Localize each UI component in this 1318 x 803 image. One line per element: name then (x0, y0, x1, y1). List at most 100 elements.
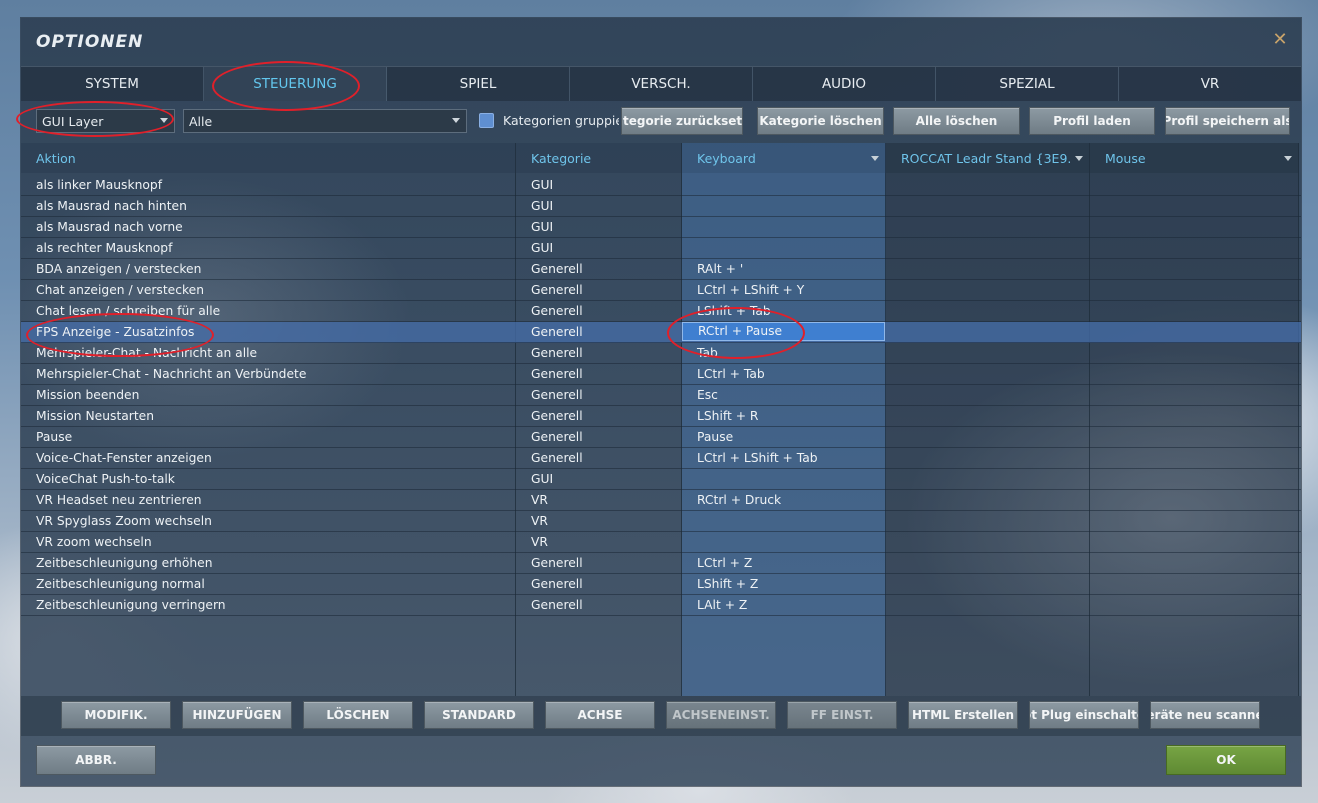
keyboard-binding-cell[interactable]: LCtrl + LShift + Tab (682, 448, 885, 468)
keyboard-binding-cell[interactable]: RCtrl + Pause (682, 322, 885, 341)
table-row[interactable]: Pause Generell Pause (21, 427, 1301, 448)
table-row[interactable]: Zeitbeschleunigung normal Generell LShift … (21, 574, 1301, 595)
bottom-button-2[interactable]: LÖSCHEN (303, 701, 413, 729)
bottom-button-1[interactable]: HINZUFÜGEN (182, 701, 292, 729)
tab-steuerung[interactable]: STEUERUNG (204, 67, 387, 101)
table-row[interactable]: als Mausrad nach vorne GUI (21, 217, 1301, 238)
keyboard-binding-cell[interactable]: LCtrl + Z (682, 553, 885, 573)
device-binding-cell[interactable] (886, 427, 1090, 447)
bottom-button-4[interactable]: ACHSE (545, 701, 655, 729)
reset-category-button[interactable]: ategorie zurücksetz (621, 107, 743, 135)
keyboard-binding-cell[interactable]: Esc (682, 385, 885, 405)
table-row[interactable]: Voice-Chat-Fenster anzeigen Generell LCtrl… (21, 448, 1301, 469)
mouse-binding-cell[interactable] (1090, 175, 1299, 195)
bottom-button-0[interactable]: MODIFIK. (61, 701, 171, 729)
mouse-binding-cell[interactable] (1090, 406, 1299, 426)
keyboard-binding-cell[interactable]: Pause (682, 427, 885, 447)
keyboard-binding-cell[interactable]: LCtrl + LShift + Y (682, 280, 885, 300)
table-row[interactable]: Chat anzeigen / verstecken Generell LCtrl … (21, 280, 1301, 301)
group-categories-checkbox[interactable] (479, 113, 494, 128)
device-column-header[interactable]: ROCCAT Leadr Stand {3E9... (886, 143, 1090, 173)
device-binding-cell[interactable] (886, 469, 1090, 489)
mouse-binding-cell[interactable] (1090, 595, 1299, 615)
mouse-binding-cell[interactable] (1090, 469, 1299, 489)
filter-select[interactable]: Alle (183, 109, 467, 133)
action-column-header[interactable]: Aktion (21, 143, 516, 173)
clear-category-button[interactable]: Kategorie löschen (757, 107, 884, 135)
keyboard-binding-cell[interactable]: LShift + Z (682, 574, 885, 594)
category-column-header[interactable]: Kategorie (516, 143, 682, 173)
keyboard-binding-cell[interactable]: RAlt + ' (682, 259, 885, 279)
device-binding-cell[interactable] (886, 553, 1090, 573)
table-row[interactable]: VR zoom wechseln VR (21, 532, 1301, 553)
table-row[interactable]: FPS Anzeige - Zusatzinfos Generell RCtrl +… (21, 322, 1301, 343)
keyboard-binding-cell[interactable] (682, 511, 885, 531)
table-row[interactable]: als rechter Mausknopf GUI (21, 238, 1301, 259)
mouse-binding-cell[interactable] (1090, 217, 1299, 237)
mouse-binding-cell[interactable] (1090, 322, 1299, 342)
keyboard-binding-cell[interactable]: RCtrl + Druck (682, 490, 885, 510)
mouse-binding-cell[interactable] (1090, 259, 1299, 279)
device-binding-cell[interactable] (886, 238, 1090, 258)
table-row[interactable]: Mission beenden Generell Esc (21, 385, 1301, 406)
keyboard-binding-cell[interactable]: LShift + R (682, 406, 885, 426)
device-binding-cell[interactable] (886, 280, 1090, 300)
keyboard-binding-cell[interactable] (682, 469, 885, 489)
mouse-binding-cell[interactable] (1090, 574, 1299, 594)
clear-all-button[interactable]: Alle löschen (893, 107, 1020, 135)
table-row[interactable]: VR Spyglass Zoom wechseln VR (21, 511, 1301, 532)
keyboard-binding-cell[interactable] (682, 532, 885, 552)
device-binding-cell[interactable] (886, 301, 1090, 321)
device-binding-cell[interactable] (886, 322, 1090, 342)
mouse-binding-cell[interactable] (1090, 343, 1299, 363)
device-binding-cell[interactable] (886, 364, 1090, 384)
keyboard-binding-cell[interactable]: LAlt + Z (682, 595, 885, 615)
table-row[interactable]: als linker Mausknopf GUI (21, 175, 1301, 196)
layer-select[interactable]: GUI Layer (36, 109, 175, 133)
keyboard-binding-cell[interactable] (682, 196, 885, 216)
device-binding-cell[interactable] (886, 196, 1090, 216)
mouse-binding-cell[interactable] (1090, 448, 1299, 468)
bottom-button-3[interactable]: STANDARD (424, 701, 534, 729)
keyboard-binding-cell[interactable] (682, 238, 885, 258)
device-binding-cell[interactable] (886, 259, 1090, 279)
device-binding-cell[interactable] (886, 448, 1090, 468)
mouse-binding-cell[interactable] (1090, 385, 1299, 405)
mouse-binding-cell[interactable] (1090, 490, 1299, 510)
mouse-binding-cell[interactable] (1090, 280, 1299, 300)
device-binding-cell[interactable] (886, 490, 1090, 510)
bottom-button-8[interactable]: ot Plug einschalte (1029, 701, 1139, 729)
keyboard-binding-cell[interactable]: LCtrl + Tab (682, 364, 885, 384)
tab-versch[interactable]: VERSCH. (570, 67, 753, 101)
mouse-binding-cell[interactable] (1090, 238, 1299, 258)
bottom-button-7[interactable]: HTML Erstellen (908, 701, 1018, 729)
tab-system[interactable]: SYSTEM (21, 67, 204, 101)
keyboard-column-header[interactable]: Keyboard (682, 143, 886, 173)
tab-spiel[interactable]: SPIEL (387, 67, 570, 101)
tab-vr[interactable]: VR (1119, 67, 1301, 101)
mouse-binding-cell[interactable] (1090, 553, 1299, 573)
table-row[interactable]: Mission Neustarten Generell LShift + R (21, 406, 1301, 427)
mouse-binding-cell[interactable] (1090, 532, 1299, 552)
table-row[interactable]: als Mausrad nach hinten GUI (21, 196, 1301, 217)
device-binding-cell[interactable] (886, 574, 1090, 594)
keyboard-binding-cell[interactable]: LShift + Tab (682, 301, 885, 321)
table-row[interactable]: Mehrspieler-Chat - Nachricht an alle Gene… (21, 343, 1301, 364)
device-binding-cell[interactable] (886, 175, 1090, 195)
mouse-binding-cell[interactable] (1090, 427, 1299, 447)
tab-audio[interactable]: AUDIO (753, 67, 936, 101)
table-row[interactable]: BDA anzeigen / verstecken Generell RAlt + … (21, 259, 1301, 280)
table-row[interactable]: Zeitbeschleunigung erhöhen Generell LCtrl … (21, 553, 1301, 574)
close-icon[interactable]: ✕ (1271, 31, 1289, 49)
mouse-column-header[interactable]: Mouse (1090, 143, 1299, 173)
device-binding-cell[interactable] (886, 595, 1090, 615)
mouse-binding-cell[interactable] (1090, 511, 1299, 531)
keyboard-binding-cell[interactable] (682, 217, 885, 237)
keyboard-binding-cell[interactable] (682, 175, 885, 195)
save-profile-as-button[interactable]: Profil speichern als (1165, 107, 1290, 135)
cancel-button[interactable]: ABBR. (36, 745, 156, 775)
device-binding-cell[interactable] (886, 406, 1090, 426)
mouse-binding-cell[interactable] (1090, 196, 1299, 216)
device-binding-cell[interactable] (886, 343, 1090, 363)
ok-button[interactable]: OK (1166, 745, 1286, 775)
